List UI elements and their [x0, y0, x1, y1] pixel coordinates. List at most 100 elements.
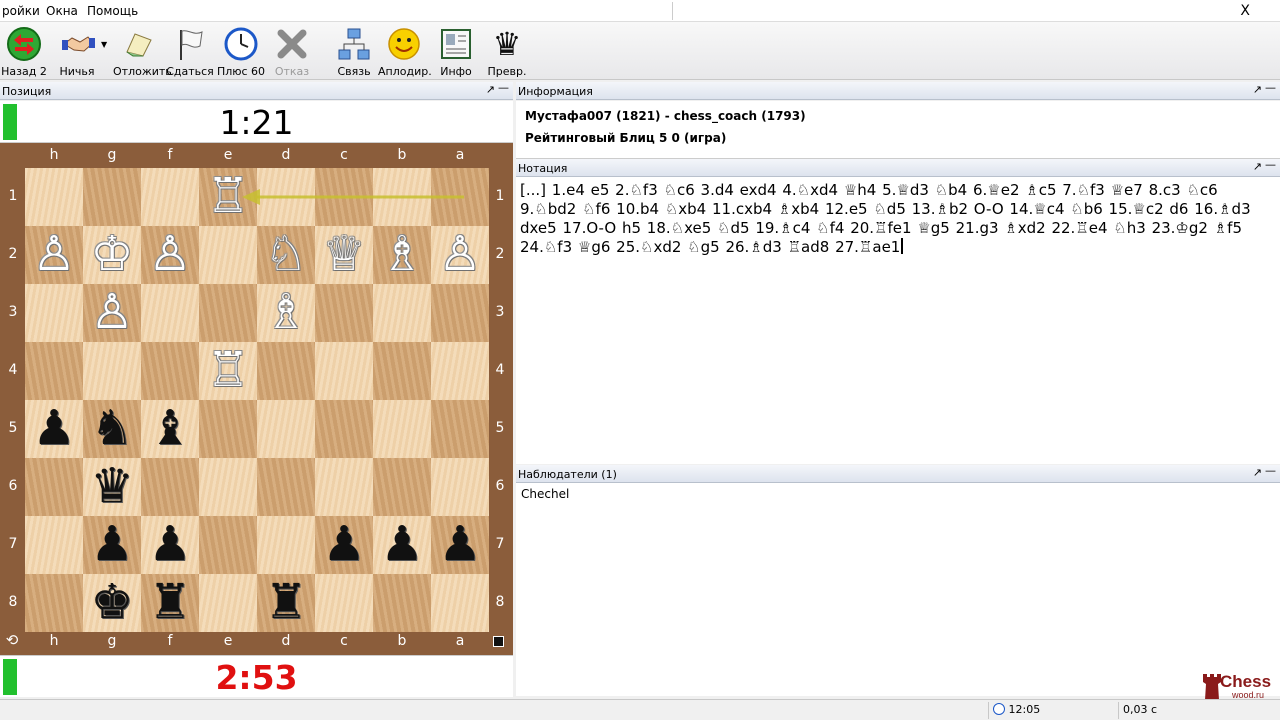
rank-label-1: 1	[495, 188, 505, 204]
file-label-f: f	[167, 147, 173, 163]
piece-a7[interactable]: ♟	[431, 516, 489, 574]
square-c1[interactable]	[315, 168, 373, 226]
square-c8[interactable]	[315, 574, 373, 632]
piece-g6[interactable]: ♛	[83, 458, 141, 516]
square-e6[interactable]	[199, 458, 257, 516]
notation-body[interactable]: [...] 1.e4 e5 2.♘f3 ♘c6 3.d4 exd4 4.♘xd4…	[516, 177, 1280, 464]
piece-c7[interactable]: ♟	[315, 516, 373, 574]
pin-icon[interactable]: ↗	[1253, 160, 1262, 173]
promote-button[interactable]: ♛ Превр.	[486, 24, 528, 78]
square-c3[interactable]	[315, 284, 373, 342]
piece-e4[interactable]: ♖	[199, 342, 257, 400]
draw-button[interactable]: ▼ Ничья	[55, 24, 113, 78]
square-c6[interactable]	[315, 458, 373, 516]
resign-button[interactable]: Сдаться	[166, 24, 214, 78]
info-card-icon	[441, 29, 471, 59]
square-b4[interactable]	[373, 342, 431, 400]
file-label-d: d	[281, 147, 291, 163]
square-g4[interactable]	[83, 342, 141, 400]
piece-g3[interactable]: ♙	[83, 284, 141, 342]
applaud-button[interactable]: Аплодир.	[378, 24, 432, 78]
file-label-b: b	[397, 633, 407, 649]
bottom-clock: 2:53	[0, 655, 513, 697]
piece-b2[interactable]: ♗	[373, 226, 431, 284]
square-a1[interactable]	[431, 168, 489, 226]
square-a4[interactable]	[431, 342, 489, 400]
minimize-icon[interactable]: —	[1265, 158, 1276, 171]
square-h6[interactable]	[25, 458, 83, 516]
piece-g5[interactable]: ♞	[83, 400, 141, 458]
pin-icon[interactable]: ↗	[1253, 83, 1262, 96]
notation-text[interactable]: [...] 1.e4 e5 2.♘f3 ♘c6 3.d4 exd4 4.♘xd4…	[520, 181, 1276, 257]
square-b6[interactable]	[373, 458, 431, 516]
piece-d8[interactable]: ♜	[257, 574, 315, 632]
piece-f2[interactable]: ♙	[141, 226, 199, 284]
menu-windows[interactable]: Окна	[46, 4, 78, 18]
close-button[interactable]: X	[1240, 3, 1250, 19]
square-a8[interactable]	[431, 574, 489, 632]
menu-help[interactable]: Помощь	[87, 4, 138, 18]
square-f4[interactable]	[141, 342, 199, 400]
adjourn-button[interactable]: Отложить	[113, 24, 172, 78]
square-h1[interactable]	[25, 168, 83, 226]
piece-a2[interactable]: ♙	[431, 226, 489, 284]
plus-60-button[interactable]: Плюс 60	[215, 24, 267, 78]
piece-d3[interactable]: ♗	[257, 284, 315, 342]
piece-b7[interactable]: ♟	[373, 516, 431, 574]
minimize-icon[interactable]: —	[1265, 464, 1276, 477]
menu-settings[interactable]: ройки	[2, 4, 40, 18]
chess-board[interactable]: h h g g f f e e d d c c b b a a 1 1 2 2 3 3 4 4 5 5 6 6 7 7 8 8 ♖ ♙ ♔ ♙ ♘ ♕ ♗ ♙…	[0, 143, 513, 655]
pin-icon[interactable]: ↗	[1253, 466, 1262, 479]
square-d4[interactable]	[257, 342, 315, 400]
piece-g2[interactable]: ♔	[83, 226, 141, 284]
connection-button[interactable]: Связь	[333, 24, 375, 78]
flip-board-icon[interactable]: ⟲	[3, 631, 21, 649]
square-h8[interactable]	[25, 574, 83, 632]
piece-c2[interactable]: ♕	[315, 226, 373, 284]
file-label-c: c	[340, 633, 348, 649]
minimize-icon[interactable]: —	[1265, 81, 1276, 94]
minimize-icon[interactable]: —	[498, 81, 509, 94]
square-e5[interactable]	[199, 400, 257, 458]
chevron-down-icon[interactable]: ▼	[101, 40, 107, 49]
square-d7[interactable]	[257, 516, 315, 574]
square-e8[interactable]	[199, 574, 257, 632]
observer-item[interactable]: Chechel	[521, 487, 569, 501]
piece-d2[interactable]: ♘	[257, 226, 315, 284]
info-button[interactable]: Инфо	[436, 24, 476, 78]
position-pane-header: Позиция ↗ —	[0, 81, 513, 100]
piece-g7[interactable]: ♟	[83, 516, 141, 574]
piece-f7[interactable]: ♟	[141, 516, 199, 574]
square-b8[interactable]	[373, 574, 431, 632]
square-e7[interactable]	[199, 516, 257, 574]
observers-pane-title: Наблюдатели (1)	[518, 468, 617, 481]
square-b3[interactable]	[373, 284, 431, 342]
square-f6[interactable]	[141, 458, 199, 516]
square-f1[interactable]	[141, 168, 199, 226]
square-d1[interactable]	[257, 168, 315, 226]
piece-f8[interactable]: ♜	[141, 574, 199, 632]
piece-g8[interactable]: ♚	[83, 574, 141, 632]
notation-moves[interactable]: [...] 1.e4 e5 2.♘f3 ♘c6 3.d4 exd4 4.♘xd4…	[520, 181, 1251, 256]
square-a6[interactable]	[431, 458, 489, 516]
square-d5[interactable]	[257, 400, 315, 458]
square-h4[interactable]	[25, 342, 83, 400]
square-b5[interactable]	[373, 400, 431, 458]
piece-e1[interactable]: ♖	[199, 168, 257, 226]
pin-icon[interactable]: ↗	[486, 83, 495, 96]
square-e3[interactable]	[199, 284, 257, 342]
square-f3[interactable]	[141, 284, 199, 342]
square-g1[interactable]	[83, 168, 141, 226]
square-h7[interactable]	[25, 516, 83, 574]
square-c4[interactable]	[315, 342, 373, 400]
square-d6[interactable]	[257, 458, 315, 516]
piece-h2[interactable]: ♙	[25, 226, 83, 284]
square-e2[interactable]	[199, 226, 257, 284]
square-h3[interactable]	[25, 284, 83, 342]
square-c5[interactable]	[315, 400, 373, 458]
piece-h5[interactable]: ♟	[25, 400, 83, 458]
square-a3[interactable]	[431, 284, 489, 342]
piece-f5[interactable]: ♝	[141, 400, 199, 458]
square-b1[interactable]	[373, 168, 431, 226]
square-a5[interactable]	[431, 400, 489, 458]
